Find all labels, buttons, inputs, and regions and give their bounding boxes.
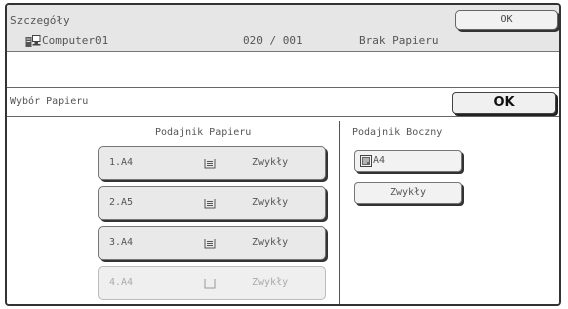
details-title: Szczegóły <box>10 14 70 27</box>
tray-type-label: Zwykły <box>252 277 289 288</box>
details-screen: Szczegóły OK Computer01 020 / 001 Brak P… <box>5 3 561 306</box>
tray-1-button[interactable]: 1.A4 Zwykły <box>98 146 326 180</box>
paper-selection-title: Wybór Papieru <box>10 96 89 107</box>
tray-type-label: Zwykły <box>252 237 289 248</box>
paper-selection-panel: Podajnik Papieru Podajnik Boczny 1.A4 Zw… <box>7 117 559 304</box>
job-count: 020 / 001 <box>243 34 303 47</box>
paper-selection-ok-button[interactable]: OK <box>452 92 556 114</box>
tray-size-label: 1.A4 <box>109 157 134 168</box>
paper-stack-icon <box>204 199 216 209</box>
bypass-size-button[interactable]: A4 <box>354 150 462 172</box>
tray-3-button[interactable]: 3.A4 Zwykły <box>98 226 326 260</box>
computer-icon <box>25 35 41 47</box>
job-status: Brak Papieru <box>359 34 439 47</box>
tray-4-button[interactable]: 4.A4 Zwykły <box>98 266 326 300</box>
job-name: Computer01 <box>42 34 109 47</box>
paper-selection-header: Wybór Papieru OK <box>7 87 559 117</box>
tray-type-label: Zwykły <box>252 197 289 208</box>
paper-stack-icon <box>204 159 216 169</box>
job-row: Computer01 020 / 001 Brak Papieru <box>7 32 559 50</box>
paper-stack-icon <box>204 239 216 249</box>
bypass-type-button[interactable]: Zwykły <box>354 182 462 204</box>
details-ok-button[interactable]: OK <box>455 10 558 30</box>
bypass-tray-icon <box>360 155 372 167</box>
tray-type-label: Zwykły <box>252 157 289 168</box>
bypass-size-label: A4 <box>373 155 386 166</box>
tray-size-label: 3.A4 <box>109 237 134 248</box>
tray-2-button[interactable]: 2.A5 Zwykły <box>98 186 326 220</box>
details-header: Szczegóły OK Computer01 020 / 001 Brak P… <box>7 5 559 52</box>
bypass-type-label: Zwykły <box>389 187 427 198</box>
tray-size-label: 4.A4 <box>109 277 134 288</box>
tray-size-label: 2.A5 <box>109 197 134 208</box>
paper-tray-heading: Podajnik Papieru <box>155 127 252 138</box>
empty-tray-icon <box>204 279 216 289</box>
bypass-tray-heading: Podajnik Boczny <box>352 127 443 138</box>
panel-divider <box>339 121 340 304</box>
